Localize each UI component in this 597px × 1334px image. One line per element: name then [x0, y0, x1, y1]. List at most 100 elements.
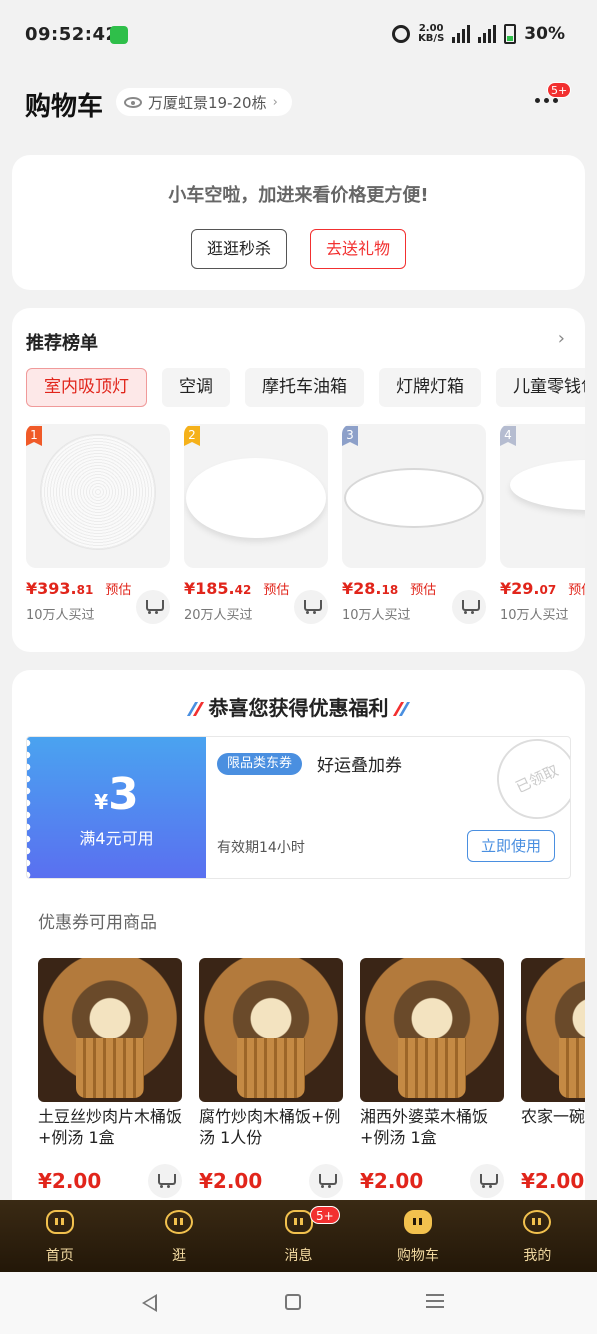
system-nav-bar [0, 1272, 597, 1334]
goods-image [360, 958, 504, 1102]
tab-kids-wallet[interactable]: 儿童零钱包 [496, 368, 585, 407]
use-coupon-button[interactable]: 立即使用 [467, 830, 555, 862]
browse-icon [165, 1210, 194, 1234]
empty-cart-card: 小车空啦，加进来看价格更方便! 逛逛秒杀 去送礼物 [12, 155, 585, 290]
coupon-card[interactable]: ¥3 满4元可用 限品类东券 好运叠加券 有效期14小时 已领取 立即使用 [26, 736, 571, 879]
back-icon[interactable] [142, 1294, 157, 1312]
send-gift-button[interactable]: 去送礼物 [310, 229, 406, 269]
sold-count: 10万人买过 [342, 608, 411, 623]
product-image: 3 [342, 424, 486, 568]
coupon-tag: 限品类东券 [217, 753, 303, 775]
more-badge: 5+ [547, 82, 572, 98]
goods-item[interactable]: 腐竹炒肉木桶饭+例汤 1人份 ¥2.00 [199, 958, 343, 1198]
rank-badge: 2 [184, 426, 200, 446]
goods-image [199, 958, 343, 1102]
coupon-goods-list: 土豆丝炒肉片木桶饭+例汤 1盒 ¥2.00 腐竹炒肉木桶饭+例汤 1人份 ¥2.… [38, 958, 585, 1198]
cart-icon [317, 1174, 337, 1188]
claimed-stamp: 已领取 [483, 737, 570, 833]
status-time: 09:52:42 [25, 24, 119, 45]
add-to-cart-button[interactable] [148, 1164, 182, 1198]
product-image: 4 [500, 424, 585, 568]
coupon-validity: 有效期14小时 [217, 840, 305, 856]
estimate-label: 预估 [410, 583, 437, 598]
battery-percent: 30% [524, 24, 565, 44]
product-image: 1 [26, 424, 170, 568]
estimate-label: 预估 [568, 583, 585, 598]
nav-browse[interactable]: 逛 [119, 1200, 238, 1272]
chevron-right-icon: › [272, 94, 278, 110]
cart-icon [478, 1174, 498, 1188]
nav-browse-label: 逛 [172, 1248, 187, 1264]
signal-icon [452, 25, 471, 43]
add-to-cart-button[interactable] [309, 1164, 343, 1198]
goods-price: ¥2.00 [38, 1169, 102, 1193]
battery-icon [504, 24, 517, 44]
coupon-value-panel: ¥3 满4元可用 [27, 737, 206, 878]
recent-apps-icon[interactable] [426, 1294, 444, 1308]
header: 购物车 万厦虹景19-20栋 › 5+ [0, 70, 597, 140]
coupon-name: 好运叠加券 [317, 756, 402, 776]
product-image: 2 [184, 424, 328, 568]
product-price: ¥185.42 [184, 579, 252, 598]
goods-item[interactable]: 农家一碗+例汤 1人 ¥2.00 [521, 958, 585, 1198]
coupon-amount: ¥3 [94, 769, 139, 820]
goods-name: 土豆丝炒肉片木桶饭+例汤 1盒 [38, 1107, 183, 1147]
decor-slash-icon [392, 702, 410, 716]
nav-cart[interactable]: 购物车 [358, 1200, 477, 1272]
home-square-icon[interactable] [285, 1294, 301, 1310]
signal-icon-2 [478, 25, 497, 43]
nav-messages[interactable]: 消息 [239, 1200, 358, 1272]
seckill-button[interactable]: 逛逛秒杀 [191, 229, 287, 269]
tab-motorcycle-tank[interactable]: 摩托车油箱 [245, 368, 364, 407]
ceiling-lamp-image [40, 434, 156, 550]
benefit-card: 恭喜您获得优惠福利 ¥3 满4元可用 限品类东券 好运叠加券 有效期14小时 已… [12, 670, 585, 1230]
add-to-cart-button[interactable] [452, 590, 486, 624]
decor-slash-icon [186, 702, 204, 716]
ranking-product[interactable]: 3 ¥28.18 预估 10万人买过 [342, 424, 486, 624]
goods-name: 腐竹炒肉木桶饭+例汤 1人份 [199, 1107, 341, 1147]
cart-icon [144, 600, 164, 614]
add-to-cart-button[interactable] [470, 1164, 504, 1198]
profile-icon [523, 1210, 552, 1234]
product-price: ¥29.07 [500, 579, 557, 598]
add-to-cart-button[interactable] [294, 590, 328, 624]
address-selector[interactable]: 万厦虹景19-20栋 › [116, 88, 292, 116]
rank-badge: 4 [500, 426, 516, 446]
add-to-cart-button[interactable] [136, 590, 170, 624]
bottom-nav: 首页 逛 消息 购物车 我的 [0, 1200, 597, 1272]
goods-item[interactable]: 土豆丝炒肉片木桶饭+例汤 1盒 ¥2.00 [38, 958, 182, 1198]
empty-cart-message: 小车空啦，加进来看价格更方便! [168, 185, 429, 206]
goods-item[interactable]: 湘西外婆菜木桶饭+例汤 1盒 ¥2.00 [360, 958, 504, 1198]
message-icon [284, 1210, 313, 1234]
cart-nav-icon [403, 1210, 432, 1234]
ranking-product[interactable]: 2 ¥185.42 预估 20万人买过 [184, 424, 328, 624]
sold-count: 20万人买过 [184, 608, 253, 623]
sold-count: 10万人买过 [500, 608, 569, 623]
message-badge: 5+ [310, 1206, 340, 1224]
product-price: ¥28.18 [342, 579, 399, 598]
goods-name: 农家一碗+例汤 1人 [521, 1107, 585, 1126]
nav-profile[interactable]: 我的 [478, 1200, 597, 1272]
network-speed: 2.00 KB/S [418, 23, 445, 44]
goods-image [521, 958, 585, 1102]
cart-icon [460, 600, 480, 614]
coupon-condition: 满4元可用 [79, 829, 154, 848]
home-icon [45, 1210, 74, 1234]
nav-home[interactable]: 首页 [0, 1200, 119, 1272]
ranking-title: 推荐榜单 [26, 333, 98, 354]
more-dots-icon [535, 98, 558, 103]
ceiling-lamp-image [510, 460, 585, 510]
ranking-product[interactable]: 4 ¥29.07 预估 10万人买过 [500, 424, 585, 624]
ranking-product[interactable]: 1 ¥393.81 预估 10万人买过 [26, 424, 170, 624]
tab-light-box[interactable]: 灯牌灯箱 [379, 368, 481, 407]
goods-name: 湘西外婆菜木桶饭+例汤 1盒 [360, 1107, 489, 1147]
tab-air-conditioner[interactable]: 空调 [162, 368, 230, 407]
more-menu-button[interactable]: 5+ [533, 82, 572, 118]
tab-ceiling-light[interactable]: 室内吸顶灯 [26, 368, 147, 407]
cart-icon [156, 1174, 176, 1188]
ceiling-lamp-image [186, 458, 326, 538]
eye-icon [124, 96, 142, 108]
sold-count: 10万人买过 [26, 608, 95, 623]
estimate-label: 预估 [263, 583, 290, 598]
ranking-more-icon[interactable]: › [558, 328, 565, 349]
